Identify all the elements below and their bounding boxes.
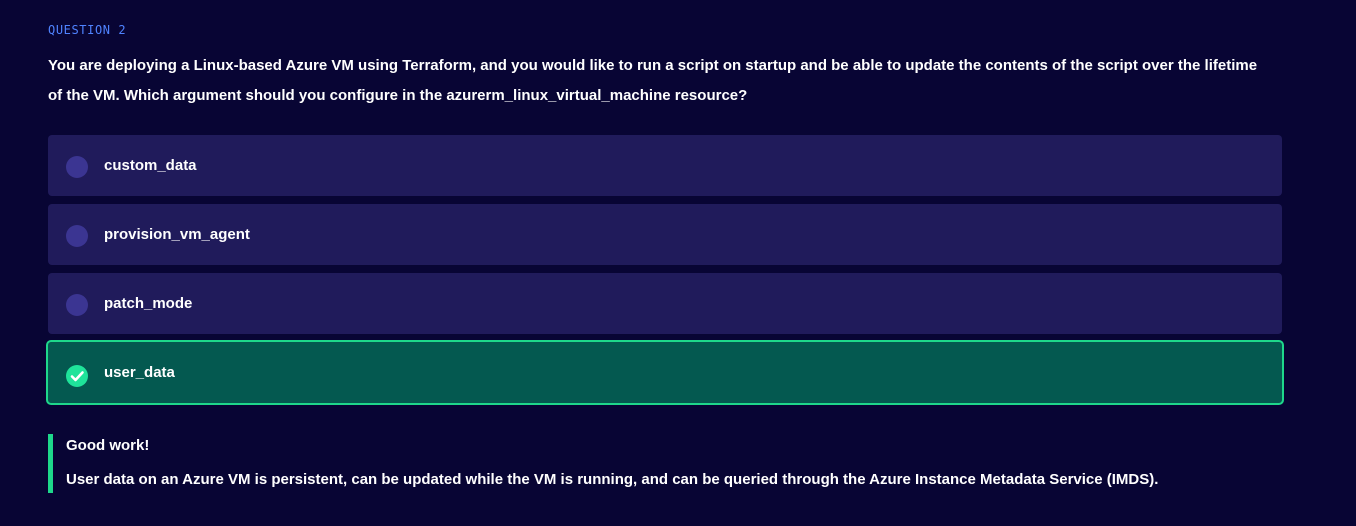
answer-option-custom-data[interactable]: custom_data [48,135,1282,196]
answer-option-label: provision_vm_agent [104,226,250,243]
radio-unselected-icon[interactable] [66,156,88,178]
question-container: QUESTION 2 You are deploying a Linux-bas… [46,22,1284,413]
answer-option-label: patch_mode [104,295,193,312]
answer-options: custom_data provision_vm_agent patch_mod… [46,135,1284,405]
question-text: You are deploying a Linux-based Azure VM… [48,57,1258,104]
answer-option-user-data[interactable]: user_data [46,340,1284,405]
question-number-label: QUESTION 2 [48,23,127,37]
feedback-panel: Good work! User data on an Azure VM is p… [48,434,1288,493]
answer-option-label: user_data [104,364,175,381]
radio-unselected-icon[interactable] [66,225,88,247]
feedback-explanation: User data on an Azure VM is persistent, … [66,471,1159,488]
feedback-title: Good work! [66,437,150,454]
radio-unselected-icon[interactable] [66,294,88,316]
answer-option-label: custom_data [104,157,197,174]
check-mark-icon [70,371,84,382]
answer-option-provision-vm-agent[interactable]: provision_vm_agent [48,204,1282,265]
answer-option-patch-mode[interactable]: patch_mode [48,273,1282,334]
check-circle-icon[interactable] [66,365,88,387]
